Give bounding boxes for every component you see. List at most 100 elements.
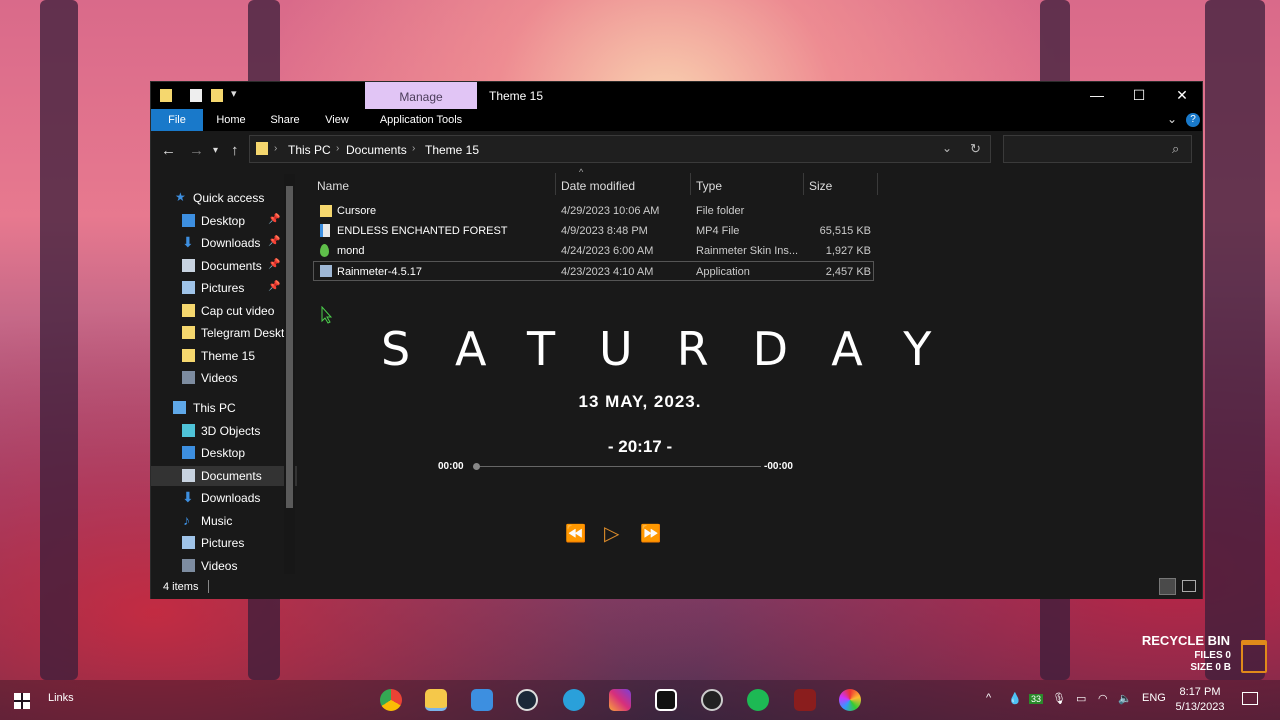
- file-row-endless-forest[interactable]: ENDLESS ENCHANTED FOREST 4/9/2023 8:48 P…: [313, 221, 874, 241]
- windows-start-icon[interactable]: [14, 693, 30, 709]
- battery-icon[interactable]: ▭: [1076, 692, 1086, 705]
- column-date-modified[interactable]: Date modified: [561, 179, 635, 193]
- elapsed-time: 00:00: [438, 461, 464, 472]
- manage-tab[interactable]: Manage: [365, 82, 477, 109]
- breadcrumb-theme-15[interactable]: Theme 15: [425, 143, 479, 157]
- file-row-mond[interactable]: mond 4/24/2023 6:00 AM Rainmeter Skin In…: [313, 241, 874, 261]
- telegram-icon[interactable]: [563, 689, 585, 711]
- nav-quick-access[interactable]: ★ Quick access: [151, 188, 297, 208]
- nav-item-desktop[interactable]: Desktop 📌: [151, 211, 297, 231]
- links-toolbar[interactable]: Links: [48, 692, 74, 704]
- tab-view[interactable]: View: [315, 109, 359, 131]
- taskbar-clock[interactable]: 8:17 PM 5/13/2023: [1172, 686, 1228, 713]
- nav-label: 3D Objects: [201, 424, 261, 438]
- nav-label: Pictures: [201, 536, 245, 550]
- close-button[interactable]: ✕: [1172, 86, 1192, 104]
- nav-item-pictures[interactable]: Pictures 📌: [151, 278, 297, 298]
- obs-icon[interactable]: [701, 689, 723, 711]
- microphone-icon[interactable]: 🎙: [1052, 692, 1066, 705]
- column-divider[interactable]: [555, 173, 556, 195]
- nav-item-theme-15[interactable]: Theme 15: [151, 346, 297, 366]
- instagram-icon[interactable]: [609, 689, 631, 711]
- chrome-icon[interactable]: [380, 689, 402, 711]
- nav-item-documents[interactable]: Documents 📌: [151, 256, 297, 276]
- new-folder-icon[interactable]: [211, 89, 223, 102]
- customize-toolbar-icon[interactable]: ▾: [231, 87, 237, 100]
- volume-icon[interactable]: 🔈: [1118, 692, 1132, 705]
- progress-knob[interactable]: [473, 463, 480, 470]
- column-divider[interactable]: [877, 173, 878, 195]
- nav-item-downloads[interactable]: ⬇ Downloads 📌: [151, 233, 297, 253]
- notifications-icon[interactable]: [1242, 692, 1258, 705]
- rainmeter-tray-icon[interactable]: 💧: [1008, 692, 1022, 705]
- file-size: 65,515 KB: [819, 225, 871, 237]
- ribbon-tabs: File Home Share View Application Tools ⌄…: [151, 109, 1202, 131]
- file-date: 4/24/2023 6:00 AM: [561, 245, 654, 257]
- language-indicator[interactable]: ENG: [1142, 692, 1166, 704]
- tab-home[interactable]: Home: [207, 109, 255, 131]
- recent-locations-icon[interactable]: ▾: [213, 143, 218, 158]
- nav-item-music[interactable]: ♪ Music: [151, 511, 297, 531]
- winrar-icon[interactable]: [794, 689, 816, 711]
- nav-item-pc-downloads[interactable]: ⬇ Downloads: [151, 488, 297, 508]
- details-view-icon[interactable]: [1159, 578, 1176, 595]
- column-name[interactable]: Name: [317, 179, 349, 193]
- next-icon[interactable]: ⏩: [640, 524, 661, 544]
- address-dropdown-icon[interactable]: ⌄: [942, 141, 952, 155]
- nav-item-pc-documents[interactable]: Documents: [151, 466, 297, 486]
- column-size[interactable]: Size: [809, 179, 832, 193]
- nav-label: Pictures: [201, 281, 245, 295]
- navigation-pane: ★ Quick access Desktop 📌 ⬇ Downloads 📌 D…: [151, 171, 297, 575]
- wifi-icon[interactable]: ◠: [1098, 692, 1108, 705]
- tab-share[interactable]: Share: [261, 109, 309, 131]
- file-row-rainmeter[interactable]: Rainmeter-4.5.17 4/23/2023 4:10 AM Appli…: [313, 261, 874, 281]
- forward-arrow-icon[interactable]: →: [189, 143, 204, 158]
- color-wheel-icon[interactable]: [839, 689, 861, 711]
- tray-badge[interactable]: 33: [1029, 694, 1044, 704]
- column-divider[interactable]: [803, 173, 804, 195]
- minimize-button[interactable]: —: [1087, 86, 1107, 104]
- nav-scrollbar[interactable]: [284, 174, 295, 574]
- show-hidden-icons-icon[interactable]: ^: [986, 692, 991, 704]
- column-divider[interactable]: [690, 173, 691, 195]
- breadcrumb-this-pc[interactable]: This PC: [288, 143, 331, 157]
- back-arrow-icon[interactable]: ←: [161, 143, 176, 158]
- recycle-bin-title: RECYCLE BIN: [1141, 633, 1230, 648]
- nav-item-pc-pictures[interactable]: Pictures: [151, 533, 297, 553]
- folder-icon: [320, 205, 332, 217]
- steam-icon[interactable]: [516, 689, 538, 711]
- breadcrumb-documents[interactable]: Documents: [346, 143, 407, 157]
- refresh-icon[interactable]: ↻: [970, 141, 981, 157]
- file-row-cursore[interactable]: Cursore 4/29/2023 10:06 AM File folder: [313, 201, 874, 221]
- nav-label: Videos: [201, 559, 238, 573]
- help-icon[interactable]: ?: [1186, 113, 1200, 127]
- previous-icon[interactable]: ⏪: [565, 524, 586, 544]
- spotify-icon[interactable]: [747, 689, 769, 711]
- file-explorer-icon[interactable]: [425, 689, 447, 711]
- date-text: 13 MAY, 2023.: [578, 392, 702, 411]
- recycle-bin-size: SIZE 0 B: [1190, 662, 1231, 673]
- large-icons-view-icon[interactable]: [1182, 580, 1196, 592]
- nav-item-telegram[interactable]: Telegram Deskto: [151, 323, 297, 343]
- folder-icon: [182, 349, 195, 362]
- sort-up-icon: ^: [579, 167, 584, 177]
- nav-item-videos[interactable]: Videos: [151, 368, 297, 388]
- address-bar[interactable]: › This PC › Documents › Theme 15 ⌄ ↻: [249, 135, 991, 163]
- expand-ribbon-icon[interactable]: ⌄: [1167, 112, 1177, 126]
- tab-application-tools[interactable]: Application Tools: [365, 109, 477, 131]
- download-icon: ⬇: [182, 489, 194, 505]
- video-icon: [182, 559, 195, 572]
- nav-item-pc-videos[interactable]: Videos: [151, 556, 297, 575]
- title-bar[interactable]: ▾ Manage Theme 15 — ☐ ✕: [151, 82, 1202, 109]
- store-icon[interactable]: [471, 689, 493, 711]
- properties-icon[interactable]: [190, 89, 202, 102]
- scrollbar-thumb[interactable]: [286, 186, 293, 508]
- search-field[interactable]: ⌕: [1003, 135, 1192, 163]
- capcut-icon[interactable]: [655, 689, 677, 711]
- up-arrow-icon[interactable]: ↑: [231, 143, 239, 158]
- maximize-button[interactable]: ☐: [1129, 86, 1149, 104]
- play-icon[interactable]: ▷: [604, 521, 619, 546]
- nav-item-cap-cut-video[interactable]: Cap cut video: [151, 301, 297, 321]
- tab-file[interactable]: File: [151, 109, 203, 131]
- column-type[interactable]: Type: [696, 179, 722, 193]
